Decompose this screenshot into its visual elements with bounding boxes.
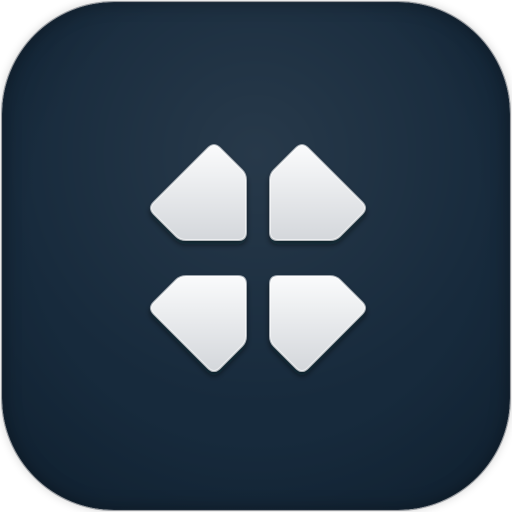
arrow-top-right-icon (269, 144, 366, 241)
arrow-bottom-left-icon (150, 275, 247, 372)
arrow-bottom-right-icon (269, 275, 366, 372)
collapse-arrows-icon (2, 2, 510, 510)
app-tile[interactable] (2, 2, 510, 510)
arrow-top-left-icon (150, 144, 247, 241)
icon-stage (0, 0, 512, 512)
